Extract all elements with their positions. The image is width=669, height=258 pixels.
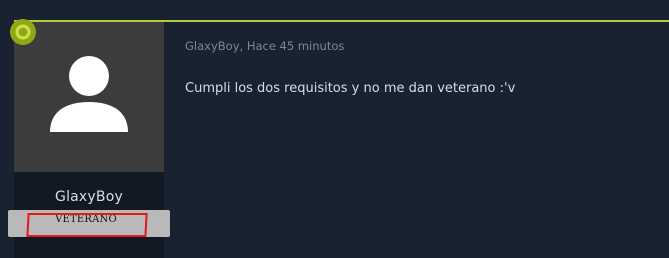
post-meta: GlaxyBoy, Hace 45 minutos — [185, 39, 344, 53]
online-dot-icon — [10, 19, 36, 45]
username-link[interactable]: GlaxyBoy — [14, 189, 164, 205]
post-timestamp[interactable]: Hace 45 minutos — [247, 39, 345, 53]
post-body: Cumpli los dos requisitos y no me dan ve… — [185, 81, 516, 96]
post-author-link[interactable]: GlaxyBoy — [185, 39, 240, 53]
rank-highlight-outline — [26, 213, 148, 237]
meta-separator: , — [239, 39, 247, 53]
